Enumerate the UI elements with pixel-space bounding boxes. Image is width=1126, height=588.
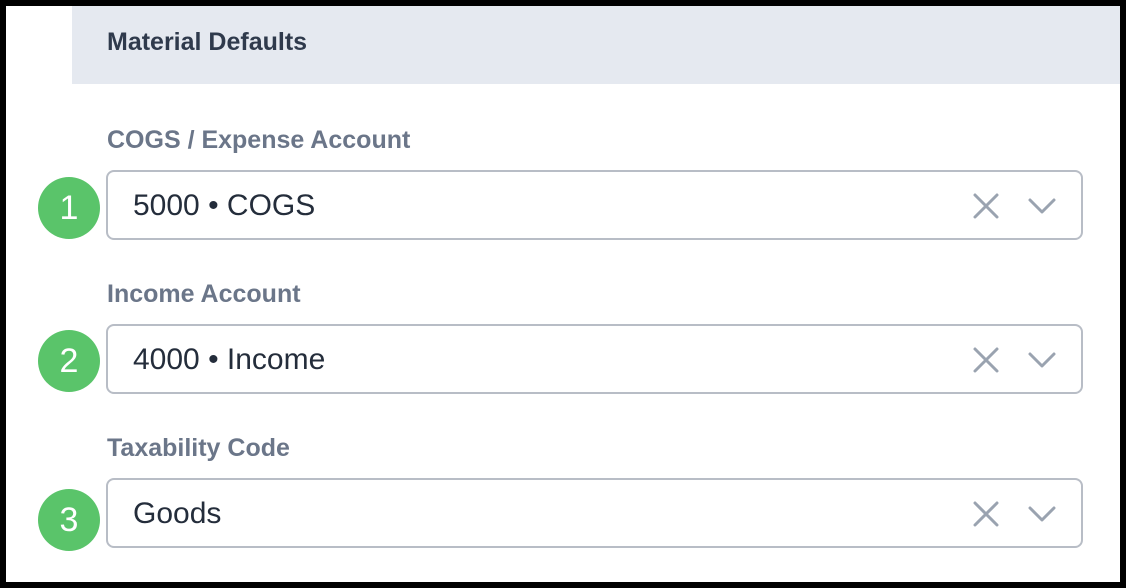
income-account-label: Income Account [107, 280, 301, 308]
taxability-code-value: Goods [133, 497, 222, 530]
chevron-down-icon [1028, 506, 1056, 522]
clear-button[interactable] [968, 342, 1004, 378]
income-account-value: 4000 • Income [133, 343, 326, 376]
close-icon [973, 193, 999, 219]
step-badge-1: 1 [38, 177, 100, 239]
chevron-down-icon [1028, 198, 1056, 214]
cogs-expense-account-label: COGS / Expense Account [107, 126, 411, 154]
income-account-select[interactable]: 4000 • Income [106, 324, 1083, 394]
clear-button[interactable] [968, 496, 1004, 532]
section-title: Material Defaults [107, 28, 308, 56]
dropdown-toggle[interactable] [1024, 188, 1060, 224]
step-badge-3: 3 [38, 489, 100, 551]
cogs-expense-account-select[interactable]: 5000 • COGS [106, 170, 1083, 240]
chevron-down-icon [1028, 352, 1056, 368]
close-icon [973, 347, 999, 373]
clear-button[interactable] [968, 188, 1004, 224]
taxability-code-label: Taxability Code [107, 434, 290, 462]
cogs-expense-account-value: 5000 • COGS [133, 189, 316, 222]
taxability-code-select[interactable]: Goods [106, 478, 1083, 548]
dropdown-toggle[interactable] [1024, 496, 1060, 532]
close-icon [973, 501, 999, 527]
dropdown-toggle[interactable] [1024, 342, 1060, 378]
material-defaults-panel: Material Defaults COGS / Expense Account… [6, 6, 1120, 582]
step-badge-2: 2 [38, 330, 100, 392]
section-header: Material Defaults [72, 6, 1120, 84]
